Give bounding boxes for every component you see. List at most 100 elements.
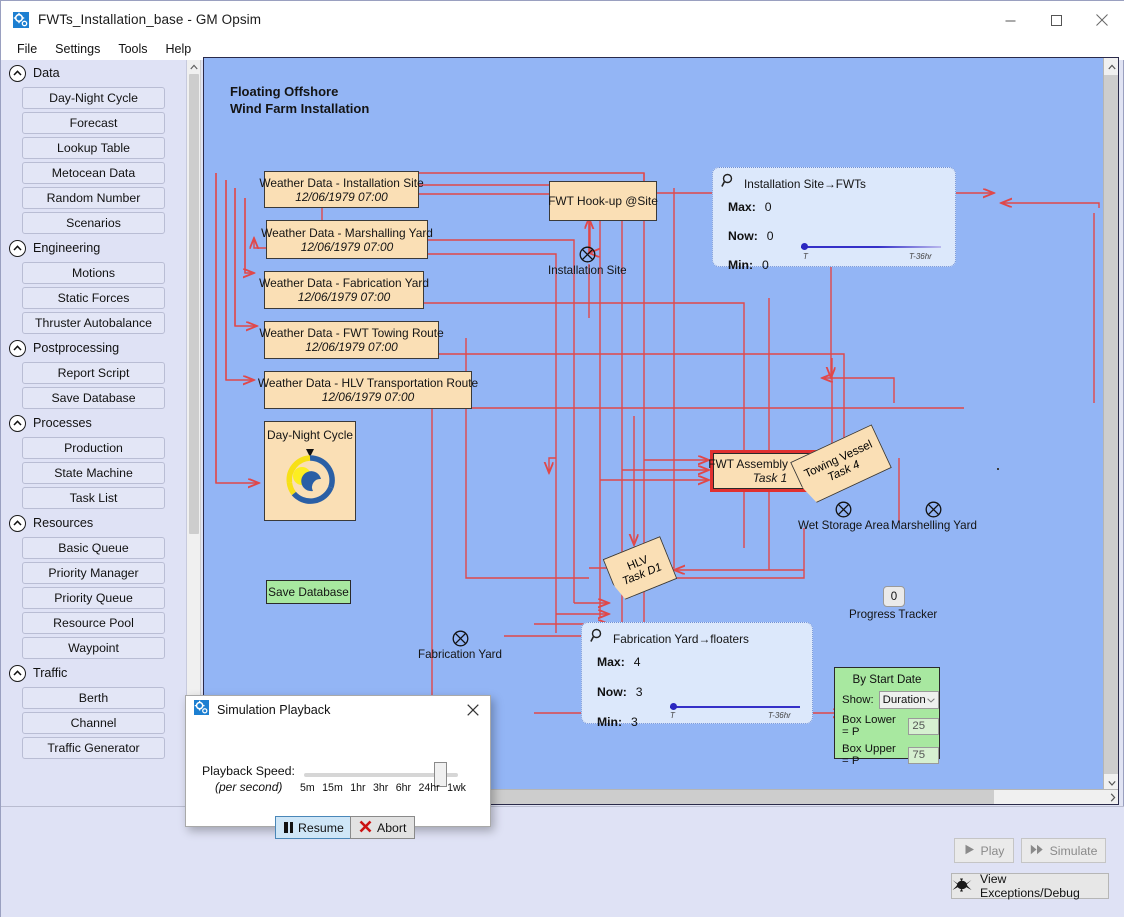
sidebar-group-label: Data [33, 66, 60, 80]
terminal-installation-site[interactable]: Installation Site [548, 246, 627, 277]
tick-5m[interactable]: 5m [300, 782, 315, 794]
terminal-marshelling-yard[interactable]: Marshelling Yard [891, 501, 977, 532]
terminal-fabrication-yard[interactable]: Fabrication Yard [418, 630, 502, 661]
sidebar-group-engineering[interactable]: Engineering [9, 237, 187, 259]
chevron-up-icon [9, 240, 26, 257]
node-line2: 12/06/1979 07:00 [295, 190, 388, 204]
sidebar-item-day-night-cycle[interactable]: Day-Night Cycle [22, 87, 165, 109]
node-line1: Weather Data - Installation Site [259, 176, 423, 190]
sidebar-group-label: Traffic [33, 666, 67, 680]
box-upper-input[interactable]: 75 [908, 747, 939, 764]
application-window: FWTs_Installation_base - GM Opsim File S… [0, 0, 1124, 917]
diagram-canvas[interactable]: Floating Offshore Wind Farm Installation… [204, 58, 1104, 790]
show-select[interactable]: Duration [879, 691, 939, 709]
start-date-title: By Start Date [835, 673, 939, 686]
sidebar-item-production[interactable]: Production [22, 437, 165, 459]
node-line1: FWT Hook-up @Site [548, 194, 658, 208]
terminal-wet-storage-area[interactable]: Wet Storage Area [798, 501, 889, 532]
save-database-button[interactable]: Save Database [266, 580, 351, 604]
simulate-button[interactable]: Simulate [1021, 838, 1106, 863]
sidebar-item-save-database[interactable]: Save Database [22, 387, 165, 409]
sidebar-item-channel[interactable]: Channel [22, 712, 165, 734]
sidebar-item-waypoint[interactable]: Waypoint [22, 637, 165, 659]
sidebar-item-lookup-table[interactable]: Lookup Table [22, 137, 165, 159]
sidebar-group-resources[interactable]: Resources [9, 512, 187, 534]
scroll-up-icon[interactable] [1104, 58, 1119, 75]
monitor-now-value: 3 [636, 685, 643, 699]
progress-tracker-value[interactable]: 0 [883, 586, 905, 607]
resume-button[interactable]: Resume [275, 816, 353, 839]
minimize-icon[interactable] [987, 1, 1033, 39]
sidebar-item-basic-queue[interactable]: Basic Queue [22, 537, 165, 559]
menu-item-file[interactable]: File [8, 40, 46, 58]
simulation-playback-dialog: Simulation Playback Playback Speed: (per… [185, 695, 491, 827]
sidebar-item-random-number[interactable]: Random Number [22, 187, 165, 209]
start-date-settings-box[interactable]: By Start Date Show: Duration Box Lower =… [834, 667, 940, 759]
sidebar-scroll-thumb[interactable] [189, 74, 199, 534]
sidebar-group-postprocessing[interactable]: Postprocessing [9, 337, 187, 359]
close-icon[interactable] [1079, 1, 1124, 39]
terminal-label: Wet Storage Area [798, 519, 889, 532]
sidebar-group-label: Engineering [33, 241, 100, 255]
sidebar-item-berth[interactable]: Berth [22, 687, 165, 709]
node-line2: 12/06/1979 07:00 [301, 240, 394, 254]
scroll-right-icon[interactable] [1105, 790, 1119, 804]
tick-3hr[interactable]: 3hr [373, 782, 388, 794]
menu-item-help[interactable]: Help [157, 40, 201, 58]
sidebar-item-forecast[interactable]: Forecast [22, 112, 165, 134]
sidebar-item-priority-manager[interactable]: Priority Manager [22, 562, 165, 584]
sidebar-item-report-script[interactable]: Report Script [22, 362, 165, 384]
title-bar: FWTs_Installation_base - GM Opsim [1, 1, 1124, 39]
play-button[interactable]: Play [954, 838, 1014, 863]
sidebar-group-label: Processes [33, 416, 92, 430]
day-night-cycle-icon [273, 443, 347, 520]
abort-button[interactable]: Abort [350, 816, 415, 839]
node-line2: 12/06/1979 07:00 [305, 340, 398, 354]
monitor-installation-site-fwts[interactable]: Installation Site→FWTs Max: 0 Now: 0 Min… [712, 167, 956, 267]
sidebar-item-metocean-data[interactable]: Metocean Data [22, 162, 165, 184]
tick-1hr[interactable]: 1hr [350, 782, 365, 794]
monitor-min-label: Min: [728, 258, 753, 272]
playback-speed-sublabel: (per second) [215, 780, 282, 794]
sidebar-group-data[interactable]: Data [9, 62, 187, 84]
sidebar-item-state-machine[interactable]: State Machine [22, 462, 165, 484]
monitor-min-value: 0 [762, 258, 769, 272]
view-exceptions-debug-button[interactable]: View Exceptions/Debug [951, 873, 1109, 899]
tick-6hr[interactable]: 6hr [396, 782, 411, 794]
node-weather-fabrication-yard[interactable]: Weather Data - Fabrication Yard 12/06/19… [264, 271, 424, 309]
node-weather-marshalling-yard[interactable]: Weather Data - Marshalling Yard 12/06/19… [266, 220, 428, 259]
sidebar-item-task-list[interactable]: Task List [22, 487, 165, 509]
tick-1wk[interactable]: 1wk [447, 782, 466, 794]
menu-item-settings[interactable]: Settings [46, 40, 109, 58]
canvas-vertical-scrollbar[interactable] [1103, 58, 1118, 791]
sidebar-group-traffic[interactable]: Traffic [9, 662, 187, 684]
show-label: Show: [842, 694, 874, 706]
sidebar-group-processes[interactable]: Processes [9, 412, 187, 434]
diagram-canvas-frame: Floating Offshore Wind Farm Installation… [203, 57, 1119, 805]
node-weather-installation-site[interactable]: Weather Data - Installation Site 12/06/1… [264, 171, 419, 208]
node-weather-fwt-towing-route[interactable]: Weather Data - FWT Towing Route 12/06/19… [264, 321, 439, 359]
sidebar-item-motions[interactable]: Motions [22, 262, 165, 284]
maximize-icon[interactable] [1033, 1, 1079, 39]
tick-15m[interactable]: 15m [322, 782, 343, 794]
node-weather-hlv-transportation-route[interactable]: Weather Data - HLV Transportation Route … [264, 371, 472, 409]
chevron-up-icon [9, 665, 26, 682]
tick-24hr[interactable]: 24hr [418, 782, 439, 794]
menu-item-tools[interactable]: Tools [109, 40, 156, 58]
sidebar-item-priority-queue[interactable]: Priority Queue [22, 587, 165, 609]
crossed-circle-icon [452, 630, 469, 647]
sidebar-item-resource-pool[interactable]: Resource Pool [22, 612, 165, 634]
sidebar-item-thruster-autobalance[interactable]: Thruster Autobalance [22, 312, 165, 334]
view-exceptions-debug-label: View Exceptions/Debug [980, 872, 1108, 900]
close-icon[interactable] [460, 699, 486, 721]
node-day-night-cycle[interactable]: Day-Night Cycle [264, 421, 356, 521]
chevron-up-icon [9, 415, 26, 432]
sidebar-item-traffic-generator[interactable]: Traffic Generator [22, 737, 165, 759]
node-fwt-hookup-site[interactable]: FWT Hook-up @Site [549, 181, 657, 221]
fast-forward-icon [1030, 844, 1044, 858]
monitor-fabrication-yard-floaters[interactable]: Fabrication Yard→floaters Max: 4 Now: 3 … [581, 622, 813, 724]
sidebar-item-static-forces[interactable]: Static Forces [22, 287, 165, 309]
sidebar-item-scenarios[interactable]: Scenarios [22, 212, 165, 234]
scroll-up-icon[interactable] [187, 60, 201, 74]
box-lower-input[interactable]: 25 [908, 718, 939, 735]
